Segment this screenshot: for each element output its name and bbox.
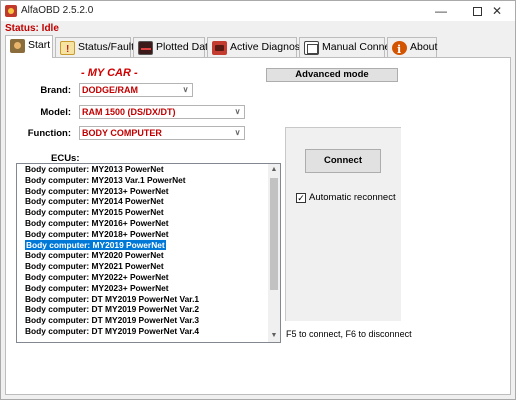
ecu-list-item[interactable]: Body computer: MY2013 PowerNet <box>19 164 269 175</box>
info-icon <box>392 41 407 59</box>
ecu-icon <box>212 41 227 55</box>
tab-label: Status/Faults <box>78 41 140 53</box>
ecu-list-item-label: Body computer: DT MY2019 PowerNet Var.4 <box>25 325 200 336</box>
brand-value: DODGE/RAM <box>82 85 138 95</box>
function-value: BODY COMPUTER <box>82 128 162 138</box>
ecu-list-item[interactable]: Body computer: MY2023+ PowerNet <box>19 283 269 294</box>
ecu-list-item-label: Body computer: MY2013 PowerNet <box>25 164 164 174</box>
brand-select[interactable]: DODGE/RAM ∨ <box>79 83 193 97</box>
ecu-list-item[interactable]: Body computer: DT MY2019 PowerNet Var.2 <box>19 304 269 315</box>
tab-status-faults[interactable]: Status/Faults <box>55 37 139 59</box>
model-select[interactable]: RAM 1500 (DS/DX/DT) ∨ <box>79 105 245 119</box>
tab-label: About <box>410 41 438 53</box>
tab-strip: Start Status/Faults Plotted Data Active … <box>3 35 513 59</box>
connect-button[interactable]: Connect <box>305 149 381 173</box>
auto-reconnect-checkbox[interactable]: ✓ <box>296 193 306 203</box>
scroll-up-icon[interactable]: ▲ <box>268 164 280 176</box>
window-title: AlfaOBD 2.5.2.0 <box>21 5 94 16</box>
chevron-down-icon: ∨ <box>182 85 189 94</box>
ecu-list-item-label: Body computer: MY2013+ PowerNet <box>25 185 169 196</box>
chevron-down-icon: ∨ <box>234 107 241 116</box>
my-car-heading: - MY CAR - <box>81 67 138 79</box>
ecu-list-item[interactable]: Body computer: MY2015 PowerNet <box>19 207 269 218</box>
brand-label: Brand: <box>40 85 71 96</box>
ecu-list-item-label: Body computer: MY2022+ PowerNet <box>25 271 169 282</box>
ecu-list-item-label: Body computer: MY2014 PowerNet <box>25 196 164 207</box>
title-bar: AlfaOBD 2.5.2.0 — ✕ <box>1 1 515 21</box>
scroll-thumb[interactable] <box>270 178 278 290</box>
minimize-button[interactable]: — <box>423 1 459 21</box>
ecu-list-scrollbar[interactable]: ▲ ▼ <box>268 164 280 342</box>
tab-start[interactable]: Start <box>5 35 53 58</box>
function-label: Function: <box>27 128 71 139</box>
status-text: Status: Idle <box>5 23 59 34</box>
ecu-list-item-label: Body computer: DT MY2019 PowerNet Var.2 <box>25 304 200 315</box>
app-logo-icon <box>5 5 17 17</box>
ecu-list-item-label: Body computer: MY2019 PowerNet <box>25 239 166 250</box>
ecu-list-item[interactable]: Body computer: MY2021 PowerNet <box>19 261 269 272</box>
ecu-list-item-label: Body computer: MY2013 Var.1 PowerNet <box>25 174 186 185</box>
ecu-list-item[interactable]: Body computer: DT MY2019 PowerNet Var.3 <box>19 315 269 326</box>
ecu-list-item[interactable]: Body computer: DT MY2019 PowerNet Var.1 <box>19 294 269 305</box>
ecu-list-item[interactable]: Body computer: MY2013 Var.1 PowerNet <box>19 175 269 186</box>
model-label: Model: <box>40 107 71 118</box>
ecu-list-items: Body computer: MY2013 PowerNet Body compu… <box>19 164 269 337</box>
ecu-list-item-label: Body computer: MY2016+ PowerNet <box>25 217 169 228</box>
advanced-mode-button[interactable]: Advanced mode <box>266 68 398 82</box>
ecu-list[interactable]: Body computer: MY2013 PowerNet Body compu… <box>16 163 281 343</box>
shortcut-hint: F5 to connect, F6 to disconnect <box>286 329 412 339</box>
tab-plotted-data[interactable]: Plotted Data <box>133 37 214 57</box>
ecu-list-item-label: Body computer: MY2020 PowerNet <box>25 250 164 261</box>
ecu-list-item-label: Body computer: DT MY2019 PowerNet Var.1 <box>25 293 200 304</box>
scroll-down-icon[interactable]: ▼ <box>268 330 280 342</box>
tab-manual-connect[interactable]: Manual Connect <box>299 37 398 57</box>
ecu-list-item-label: Body computer: MY2021 PowerNet <box>25 261 164 272</box>
connector-icon <box>304 41 319 55</box>
ecu-list-item-label: Body computer: MY2023+ PowerNet <box>25 282 169 293</box>
close-button[interactable]: ✕ <box>479 1 515 21</box>
ecu-list-item[interactable]: Body computer: MY2014 PowerNet <box>19 196 269 207</box>
app-window: AlfaOBD 2.5.2.0 — ✕ Status: Idle Start S… <box>0 0 516 400</box>
ecu-list-item-label: Body computer: MY2015 PowerNet <box>25 207 164 218</box>
tab-active-diagnostic[interactable]: Active Diagnostic <box>207 37 311 57</box>
ecu-list-item-label: Body computer: MY2018+ PowerNet <box>25 228 169 239</box>
ecu-list-item[interactable]: Body computer: MY2020 PowerNet <box>19 250 269 261</box>
model-value: RAM 1500 (DS/DX/DT) <box>82 107 176 117</box>
checkmark-icon: ✓ <box>297 193 305 203</box>
car-icon <box>10 39 25 53</box>
oscilloscope-icon <box>138 41 153 55</box>
ecu-list-item[interactable]: Body computer: MY2018+ PowerNet <box>19 229 269 240</box>
tab-about[interactable]: About <box>387 37 438 59</box>
auto-reconnect-label: Automatic reconnect <box>309 192 396 203</box>
ecu-list-item[interactable]: Body computer: MY2022+ PowerNet <box>19 272 269 283</box>
ecu-list-item-label: Body computer: DT MY2019 PowerNet Var.3 <box>25 315 200 326</box>
ecu-list-item[interactable]: Body computer: MY2013+ PowerNet <box>19 186 269 197</box>
tab-label: Plotted Data <box>156 41 214 53</box>
ecu-list-item[interactable]: Body computer: MY2016+ PowerNet <box>19 218 269 229</box>
ecu-list-item[interactable]: Body computer: MY2019 PowerNet <box>19 239 269 251</box>
ecu-list-item[interactable]: Body computer: DT MY2019 PowerNet Var.4 <box>19 326 269 337</box>
tab-label: Start <box>28 39 51 51</box>
chevron-down-icon: ∨ <box>234 128 241 137</box>
function-select[interactable]: BODY COMPUTER ∨ <box>79 126 245 140</box>
warning-icon <box>60 41 75 59</box>
